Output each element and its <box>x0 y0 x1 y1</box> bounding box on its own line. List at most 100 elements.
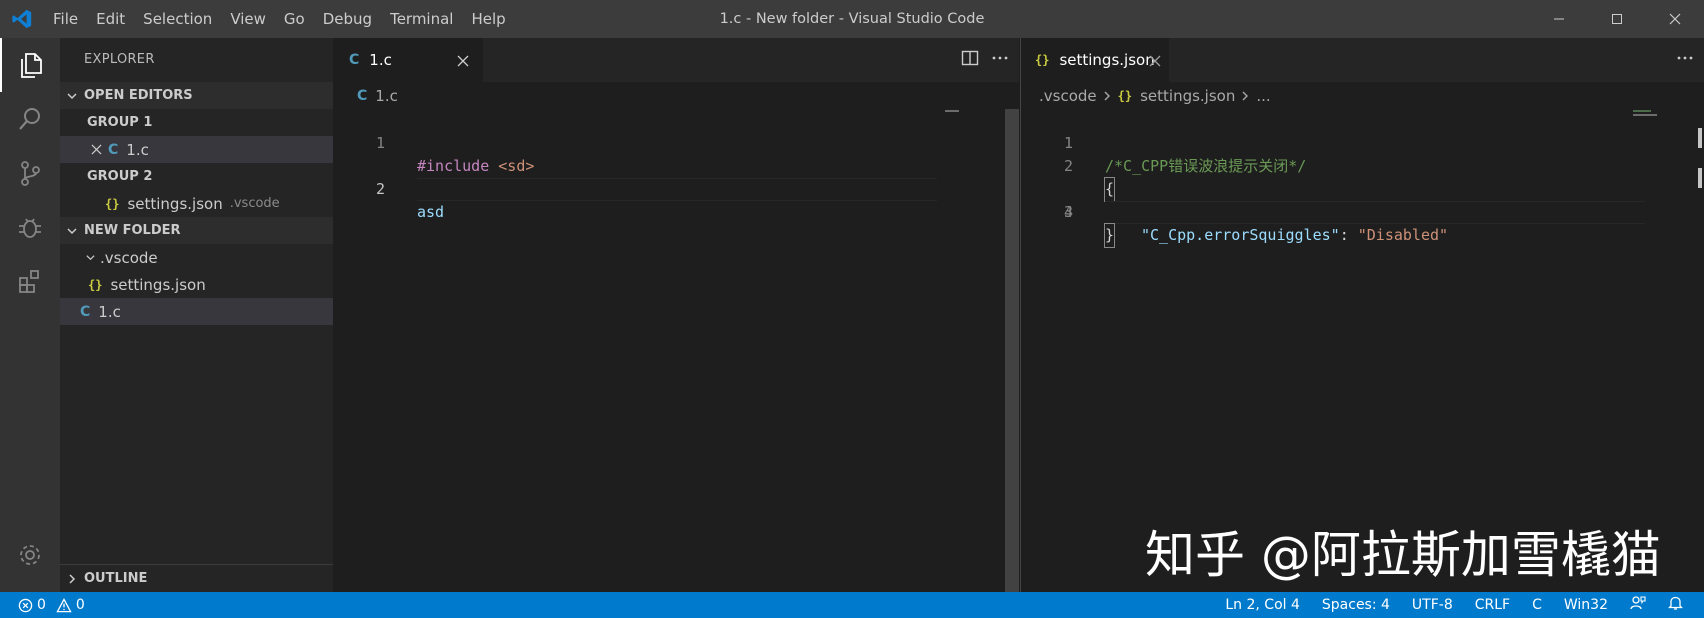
encoding[interactable]: UTF-8 <box>1401 597 1464 613</box>
menu-go[interactable]: Go <box>275 0 314 38</box>
chevron-down-icon <box>80 252 100 263</box>
maximize-icon <box>1612 14 1622 24</box>
tab-bar: {} settings.json <box>1021 38 1704 82</box>
platform[interactable]: Win32 <box>1553 597 1619 613</box>
header-name: <sd> <box>498 157 535 175</box>
close-tab-icon[interactable] <box>457 53 469 71</box>
current-line-highlight <box>1105 201 1645 224</box>
feedback-button[interactable] <box>1619 595 1657 615</box>
group-2-label-row[interactable]: GROUP 2 <box>60 163 333 190</box>
menu-debug[interactable]: Debug <box>314 0 381 38</box>
minimize-button[interactable] <box>1530 0 1588 38</box>
problems-indicator[interactable]: 0 0 <box>0 597 85 613</box>
code-line-current: 2 asd <box>333 132 1019 221</box>
tree-item-vscode-folder[interactable]: .vscode <box>60 244 333 271</box>
menu-help[interactable]: Help <box>462 0 514 38</box>
explorer-activity-button[interactable] <box>0 38 60 92</box>
search-icon <box>19 108 40 130</box>
more-actions-button[interactable] <box>1676 49 1694 71</box>
extensions-icon <box>19 270 39 293</box>
breadcrumb-file[interactable]: settings.json <box>1140 87 1235 105</box>
menu-bar: File Edit Selection View Go Debug Termin… <box>44 0 515 38</box>
open-editor-item-1c[interactable]: C 1.c <box>60 136 333 163</box>
code-line: 3 "C_Cpp.errorSquiggles": "Disabled" <box>1021 155 1704 244</box>
group-1-label-row[interactable]: GROUP 1 <box>60 109 333 136</box>
scrollbar-thumb[interactable] <box>1005 109 1019 592</box>
open-editor-item-settings[interactable]: {} settings.json .vscode <box>60 190 333 217</box>
outline-section: OUTLINE <box>60 564 333 592</box>
code-area[interactable]: 1 /*C_CPP错误波浪提示关闭*/ 2 { 3 "C_Cpp.errorSq… <box>1021 109 1704 248</box>
tree-item-1c[interactable]: C 1.c <box>60 298 333 325</box>
feedback-icon <box>1630 596 1646 610</box>
file-name: settings.json <box>110 275 206 294</box>
tab-settings-json[interactable]: {} settings.json <box>1021 38 1169 82</box>
close-window-button[interactable] <box>1646 0 1704 38</box>
split-editor-button[interactable] <box>961 49 979 71</box>
chevron-right-icon <box>1241 90 1250 102</box>
debug-activity-button[interactable] <box>0 200 60 254</box>
code-line: 4 } <box>1021 178 1704 248</box>
editor-actions <box>1676 38 1694 82</box>
vscode-logo-icon <box>0 0 44 38</box>
menu-selection[interactable]: Selection <box>134 0 221 38</box>
code-area[interactable]: 1 #include <sd> 2 asd <box>333 109 1019 221</box>
tab-label: 1.c <box>369 51 392 69</box>
manage-activity-button[interactable] <box>0 528 60 582</box>
extensions-activity-button[interactable] <box>0 254 60 308</box>
title-bar: File Edit Selection View Go Debug Termin… <box>0 0 1704 38</box>
indentation[interactable]: Spaces: 4 <box>1311 597 1401 613</box>
close-tab-icon[interactable] <box>1149 53 1161 71</box>
c-file-icon: C <box>80 303 91 320</box>
tab-bar: C 1.c <box>333 38 1019 82</box>
breadcrumb-file[interactable]: 1.c <box>375 87 398 105</box>
chevron-down-icon <box>60 90 84 102</box>
chevron-down-icon <box>60 225 84 237</box>
minimap-line <box>1633 114 1657 116</box>
open-editor-filename: settings.json <box>127 194 223 213</box>
more-actions-button[interactable] <box>991 49 1009 71</box>
vertical-scrollbar[interactable] <box>1005 109 1019 592</box>
line-text: "C_Cpp.errorSquiggles": "Disabled" <box>1141 224 1448 247</box>
outline-section-header[interactable]: OUTLINE <box>60 565 333 592</box>
warning-icon <box>56 597 72 612</box>
end-of-line[interactable]: CRLF <box>1464 597 1521 613</box>
group-2-label: GROUP 2 <box>87 169 153 184</box>
open-editors-section-header[interactable]: OPEN EDITORS <box>60 82 333 109</box>
chevron-right-icon <box>1103 90 1112 102</box>
line-text: asd <box>417 203 445 221</box>
minimap[interactable] <box>1633 110 1651 112</box>
watermark: 知乎 @阿拉斯加雪橇猫 <box>1145 526 1661 584</box>
current-line-highlight <box>417 178 937 201</box>
source-control-activity-button[interactable] <box>0 146 60 200</box>
ellipsis-icon <box>1677 56 1693 60</box>
menu-view[interactable]: View <box>221 0 275 38</box>
menu-file[interactable]: File <box>44 0 87 38</box>
tree-item-settings-json[interactable]: {} settings.json <box>60 271 333 298</box>
editor-group-1: C 1.c C 1.c 1 #include <sd> 2 asd <box>333 38 1019 592</box>
new-folder-section-header[interactable]: NEW FOLDER <box>60 217 333 244</box>
json-file-icon: {} <box>105 196 120 211</box>
notifications-button[interactable] <box>1657 595 1694 615</box>
error-icon <box>18 598 33 612</box>
c-file-icon: C <box>349 52 360 68</box>
minimap[interactable] <box>945 110 959 112</box>
json-colon: : <box>1339 226 1358 244</box>
scrollbar-marker <box>1698 168 1702 188</box>
tab-1c[interactable]: C 1.c <box>333 38 483 82</box>
breadcrumb-folder[interactable]: .vscode <box>1039 87 1097 105</box>
c-file-icon: C <box>357 87 368 104</box>
close-editor-icon[interactable] <box>86 144 106 155</box>
window-controls <box>1530 0 1704 38</box>
maximize-button[interactable] <box>1588 0 1646 38</box>
menu-edit[interactable]: Edit <box>87 0 134 38</box>
menu-terminal[interactable]: Terminal <box>381 0 462 38</box>
cursor-position[interactable]: Ln 2, Col 4 <box>1214 597 1311 613</box>
files-icon <box>21 53 42 78</box>
breadcrumb-ellipsis[interactable]: ... <box>1256 87 1270 105</box>
language-mode[interactable]: C <box>1521 597 1553 613</box>
breadcrumb: .vscode {} settings.json ... <box>1021 82 1704 109</box>
search-activity-button[interactable] <box>0 92 60 146</box>
scrollbar-marker <box>1698 128 1702 148</box>
close-brace: } <box>1103 223 1116 248</box>
ellipsis-icon <box>992 56 1008 60</box>
